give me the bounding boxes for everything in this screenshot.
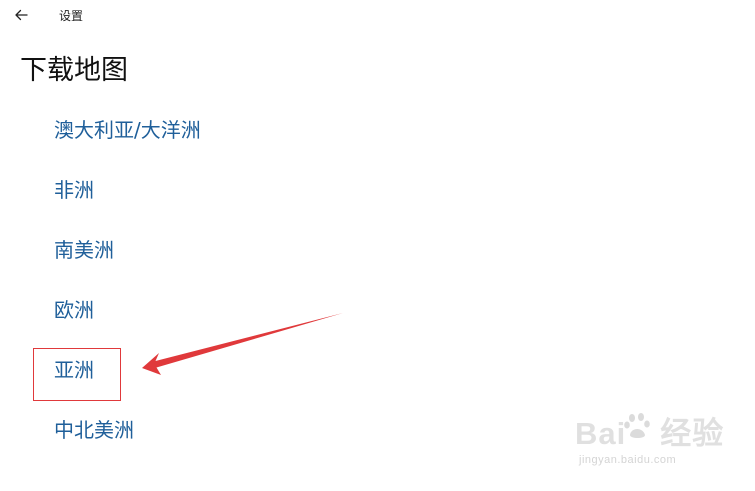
region-link-south-america[interactable]: 南美洲 <box>54 237 114 263</box>
baidu-paw-icon <box>624 413 650 438</box>
region-link-europe[interactable]: 欧洲 <box>54 297 94 323</box>
watermark-url: jingyan.baidu.com <box>579 454 677 466</box>
annotation-arrow <box>142 313 343 375</box>
annotation-highlight-box <box>33 348 121 401</box>
baidu-watermark: Bai 经验 jingyan.baidu.com <box>575 405 750 485</box>
region-link-oceania[interactable]: 澳大利亚/大洋洲 <box>54 117 201 143</box>
region-link-africa[interactable]: 非洲 <box>54 177 94 203</box>
region-link-north-central-america[interactable]: 中北美洲 <box>54 417 134 443</box>
